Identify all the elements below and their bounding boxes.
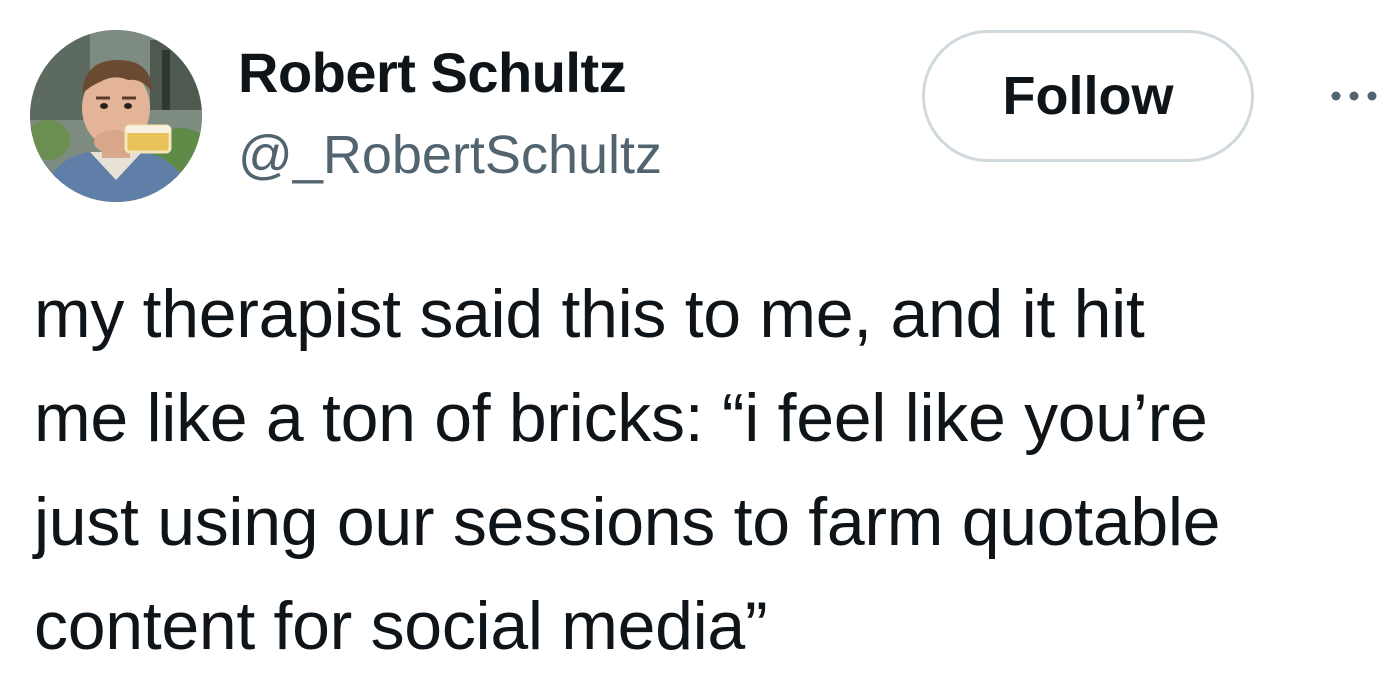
author-handle[interactable]: @_RobertSchultz — [238, 122, 662, 188]
author-display-name[interactable]: Robert Schultz — [238, 40, 627, 106]
follow-button[interactable]: Follow — [922, 30, 1254, 162]
more-options-button[interactable] — [1318, 76, 1384, 116]
tweet-card: Robert Schultz @_RobertSchultz Follow my… — [0, 0, 1384, 690]
profile-photo-icon — [30, 30, 202, 202]
tweet-text: my therapist said this to me, and it hit… — [34, 276, 1221, 664]
ellipsis-horizontal-icon — [1331, 91, 1377, 101]
avatar[interactable] — [30, 30, 202, 202]
